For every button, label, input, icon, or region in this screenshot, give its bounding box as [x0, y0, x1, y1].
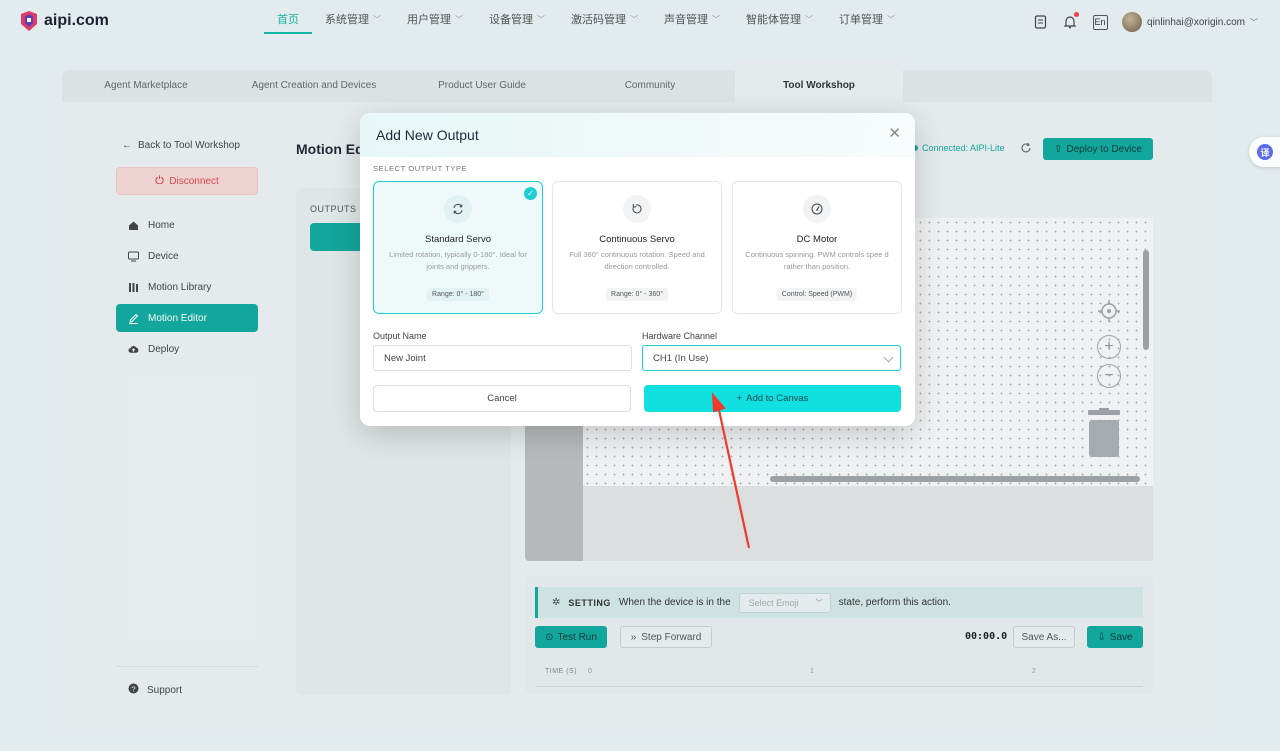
add-output-dialog: Add New Output ✕ SELECT OUTPUT TYPE ✓ St… [360, 113, 915, 426]
plus-icon: + [736, 393, 743, 404]
type-description: Limited rotation, typically 0-180°. Idea… [389, 250, 527, 271]
output-name-input[interactable]: New Joint [373, 345, 632, 371]
section-label: SELECT OUTPUT TYPE [373, 164, 468, 173]
dialog-title: Add New Output [376, 127, 479, 143]
type-title: Continuous Servo [599, 234, 675, 245]
gauge-icon [803, 195, 831, 223]
output-type-dc-motor[interactable]: DC Motor Continuous spinning. PWM contro… [732, 181, 902, 314]
cancel-label: Cancel [487, 393, 517, 404]
close-icon[interactable]: ✕ [888, 126, 901, 141]
output-name-value: New Joint [384, 352, 426, 364]
add-to-canvas-button[interactable]: + Add to Canvas [644, 385, 901, 412]
output-name-label: Output Name [373, 331, 427, 341]
type-range-badge: Range: 0° - 360° [606, 288, 668, 301]
cancel-button[interactable]: Cancel [373, 385, 631, 412]
rotate-ccw-icon [623, 195, 651, 223]
output-type-continuous-servo[interactable]: Continuous Servo Full 360° continuous ro… [552, 181, 722, 314]
type-range-badge: Range: 0° - 180° [427, 288, 489, 301]
output-type-standard-servo[interactable]: ✓ Standard Servo Limited rotation, typic… [373, 181, 543, 314]
rotate-icon [444, 195, 472, 223]
chevron-down-icon [883, 352, 894, 363]
hardware-channel-value: CH1 (In Use) [653, 352, 709, 364]
hardware-channel-label: Hardware Channel [642, 331, 718, 341]
type-range-badge: Control: Speed (PWM) [776, 288, 858, 301]
type-description: Continuous spinning. PWM controls spee d… [745, 250, 889, 271]
type-title: Standard Servo [424, 234, 491, 245]
type-description: Full 360° continuous rotation. Speed and… [569, 250, 705, 271]
hardware-channel-select[interactable]: CH1 (In Use) [642, 345, 901, 371]
check-icon: ✓ [524, 187, 537, 200]
add-to-canvas-label: Add to Canvas [746, 393, 809, 404]
type-title: DC Motor [796, 234, 838, 245]
